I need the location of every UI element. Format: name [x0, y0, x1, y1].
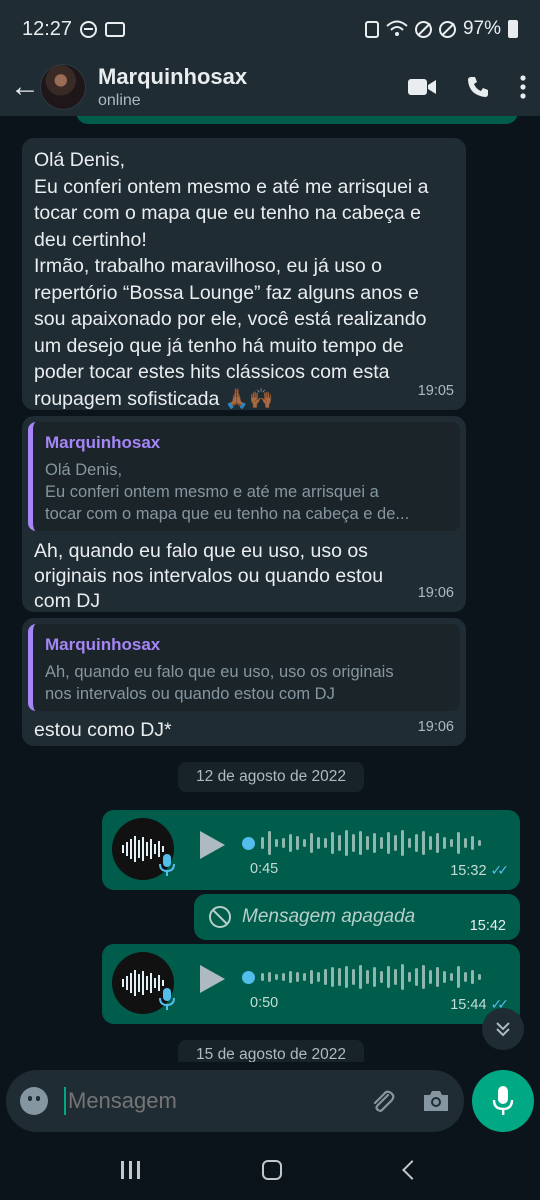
- phone-icon[interactable]: [466, 75, 490, 99]
- quoted-message[interactable]: Marquinhosax Olá Denis, Eu conferi ontem…: [28, 422, 460, 531]
- microphone-icon: [159, 854, 175, 876]
- double-chevron-down-icon: [496, 1022, 510, 1037]
- video-call-icon[interactable]: [408, 77, 436, 97]
- clock: 12:27: [22, 17, 73, 40]
- message-time: 15:32 ✓✓: [450, 861, 510, 879]
- scroll-to-bottom-button[interactable]: [482, 1008, 524, 1050]
- incoming-message[interactable]: Olá Denis, Eu conferi ontem mesmo e até …: [22, 138, 466, 410]
- camera-icon[interactable]: [422, 1089, 450, 1113]
- message-time: 15:42: [469, 917, 506, 934]
- incoming-message[interactable]: Marquinhosax Ah, quando eu falo que eu u…: [22, 618, 466, 746]
- back-button[interactable]: [401, 1160, 422, 1180]
- voice-duration: 0:45: [250, 860, 279, 877]
- attach-icon[interactable]: [368, 1087, 396, 1115]
- audio-waveform[interactable]: [242, 828, 481, 858]
- alarm-icon: [364, 20, 379, 38]
- do-not-disturb-icon: [80, 20, 98, 38]
- quoted-author: Marquinhosax: [45, 635, 161, 654]
- quoted-message[interactable]: Marquinhosax Ah, quando eu falo que eu u…: [28, 624, 460, 711]
- emoji-icon[interactable]: [20, 1087, 48, 1115]
- deleted-message[interactable]: Mensagem apagada 15:42: [194, 894, 520, 940]
- play-icon[interactable]: [198, 830, 226, 860]
- play-icon[interactable]: [198, 964, 226, 994]
- contact-info[interactable]: Marquinhosax online: [98, 64, 247, 110]
- system-nav-bar: [0, 1140, 540, 1200]
- message-text: Ah, quando eu falo que eu uso, uso os or…: [34, 539, 384, 612]
- message-text: Olá Denis, Eu conferi ontem mesmo e até …: [34, 149, 429, 410]
- compose-bar: [0, 1062, 540, 1140]
- quoted-text: Ah, quando eu falo que eu uso, uso os or…: [45, 662, 394, 703]
- avatar[interactable]: [40, 64, 86, 110]
- more-options-icon[interactable]: [520, 75, 526, 99]
- wifi-icon: [386, 20, 408, 36]
- microphone-icon: [159, 988, 175, 1010]
- back-arrow-icon[interactable]: ←: [10, 70, 40, 104]
- status-bar: 12:27 97%: [0, 0, 540, 58]
- blocked-icon: [209, 906, 231, 928]
- notification-icon: [105, 21, 126, 37]
- audio-waveform[interactable]: [242, 962, 481, 992]
- message-time: 19:05: [417, 382, 454, 399]
- message-text: estou como DJ*: [34, 718, 172, 741]
- battery-percent: 97%: [462, 18, 501, 39]
- message-field[interactable]: [6, 1070, 464, 1132]
- recent-apps-button[interactable]: [121, 1161, 141, 1179]
- no-signal-icon: [438, 20, 456, 38]
- quoted-author: Marquinhosax: [45, 433, 161, 452]
- contact-status: online: [98, 92, 141, 109]
- outgoing-voice-message[interactable]: 0:45 15:32 ✓✓: [102, 810, 520, 890]
- contact-name: Marquinhosax: [98, 64, 248, 89]
- home-button[interactable]: [262, 1160, 283, 1180]
- date-separator: 12 de agosto de 2022: [178, 762, 364, 792]
- deleted-text: Mensagem apagada: [242, 905, 416, 927]
- microphone-icon: [492, 1086, 514, 1115]
- outgoing-voice-message[interactable]: 0:50 15:44 ✓✓: [102, 944, 520, 1024]
- no-disturb-icon: [414, 20, 432, 38]
- voice-record-button[interactable]: [472, 1070, 534, 1132]
- battery-icon: [508, 20, 518, 38]
- message-time: 19:06: [417, 718, 454, 735]
- message-input[interactable]: [68, 1088, 348, 1114]
- text-cursor: [64, 1087, 66, 1115]
- quoted-text: Olá Denis, Eu conferi ontem mesmo e até …: [45, 460, 410, 523]
- date-separator: 15 de agosto de 2022: [178, 1040, 364, 1062]
- message-time: 19:06: [417, 584, 454, 601]
- previous-message-edge: [76, 116, 518, 124]
- read-checks-icon: ✓✓: [490, 861, 510, 878]
- chat-area[interactable]: Olá Denis, Eu conferi ontem mesmo e até …: [0, 116, 540, 1062]
- incoming-message[interactable]: Marquinhosax Olá Denis, Eu conferi ontem…: [22, 416, 466, 612]
- voice-duration: 0:50: [250, 994, 279, 1011]
- chat-header: ← Marquinhosax online: [0, 58, 540, 116]
